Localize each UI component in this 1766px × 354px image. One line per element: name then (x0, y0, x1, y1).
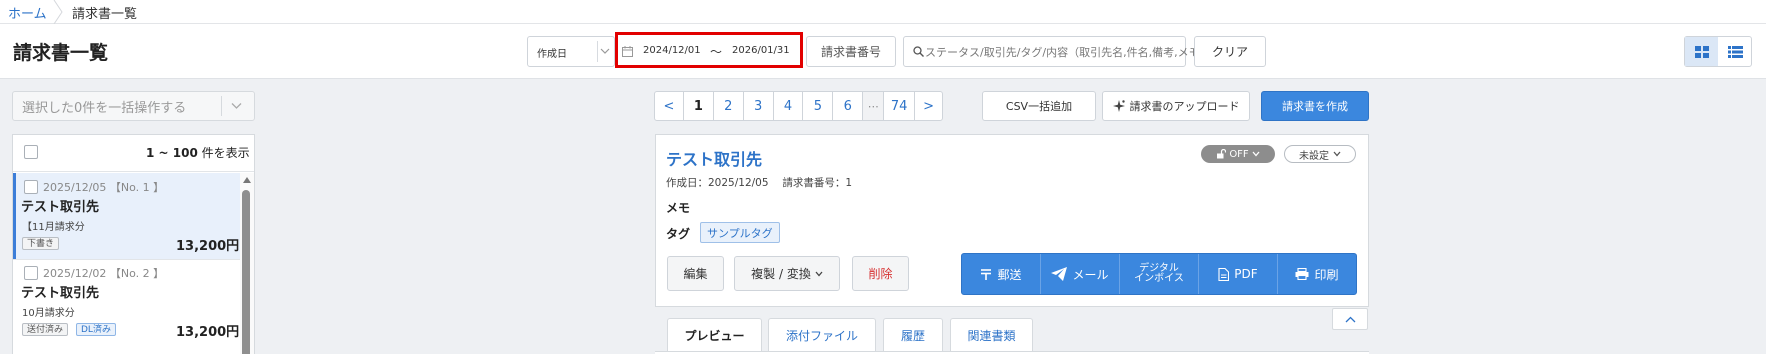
pagination: < 1 2 3 4 5 6 ⋯ 74 > (654, 91, 943, 121)
chevron-down-icon (1252, 151, 1260, 157)
list-item-amount: 13,200円 (176, 239, 240, 254)
search-placeholder: ステータス/取引先/タグ/内容（取引先名,件名,備考,メモ） (925, 46, 1211, 59)
pdf-label: PDF (1234, 267, 1258, 281)
list-item-subject: 10月請求分 (22, 308, 75, 319)
list-item-checkbox[interactable] (24, 266, 38, 280)
memo-label: メモ (666, 201, 691, 215)
list-item-client: テスト取引先 (21, 200, 100, 215)
tab-attachments[interactable]: 添付ファイル (768, 318, 876, 352)
scrollbar-thumb[interactable] (242, 190, 250, 354)
postal-mail-button[interactable]: 郵送 (962, 254, 1041, 294)
invoice-number-button[interactable]: 請求書番号 (806, 36, 896, 67)
breadcrumb (0, 0, 1766, 24)
csv-import-button[interactable]: CSV一括追加 (982, 91, 1096, 121)
breadcrumb-current: 請求書一覧 (72, 7, 138, 22)
chevron-down-icon (600, 48, 610, 54)
page-button[interactable]: 4 (774, 92, 804, 120)
postal-mail-label: 郵送 (997, 267, 1022, 282)
page-title: 請求書一覧 (13, 42, 109, 64)
delete-button[interactable]: 削除 (852, 256, 909, 291)
upload-invoice-button[interactable]: 請求書のアップロード (1102, 91, 1250, 121)
display-range-count: 1 ~ 100 (146, 146, 198, 160)
date-type-divider (597, 41, 598, 62)
invoice-meta: 作成日：2025/12/05 請求書番号：1 (666, 177, 853, 189)
page-button[interactable]: 2 (714, 92, 744, 120)
clear-button[interactable]: クリア (1194, 36, 1266, 67)
page-ellipsis: ⋯ (863, 92, 885, 120)
list-item-checkbox[interactable] (24, 180, 38, 194)
chevron-down-icon (815, 271, 823, 276)
breadcrumb-separator-icon (53, 0, 63, 24)
page-prev-button[interactable]: < (655, 92, 684, 120)
digital-invoice-button[interactable]: デジタル インボイス (1120, 254, 1199, 294)
bulk-action-placeholder: 選択した0件を一括操作する (22, 101, 187, 116)
display-range-suffix: 件を表示 (197, 146, 250, 160)
print-label: 印刷 (1314, 267, 1339, 282)
status-select[interactable]: 未設定 (1284, 145, 1356, 163)
lock-toggle[interactable]: OFF (1201, 145, 1275, 163)
tab-related[interactable]: 関連書類 (950, 318, 1033, 352)
digital-invoice-label-2: インボイス (1134, 273, 1184, 284)
list-item-amount: 13,200円 (176, 325, 240, 340)
lock-toggle-label: OFF (1229, 148, 1249, 160)
list-item-meta: 2025/12/05 【No. 1 】 (43, 181, 165, 194)
select-all-checkbox[interactable] (24, 145, 38, 159)
paper-plane-icon (1051, 267, 1068, 281)
bulk-action-divider (221, 96, 222, 116)
chevron-down-icon (1333, 151, 1341, 157)
search-icon (913, 46, 924, 57)
date-range-highlight (615, 32, 803, 68)
client-name-link[interactable]: テスト取引先 (666, 146, 762, 170)
page-button[interactable]: 5 (803, 92, 834, 120)
edit-button[interactable]: 編集 (667, 256, 724, 291)
printer-icon (1295, 268, 1309, 280)
postal-mark-icon (981, 269, 992, 280)
list-item-subject: 【11月請求分 (22, 222, 85, 233)
status-badge: 下書き (22, 237, 60, 250)
create-invoice-button[interactable]: 請求書を作成 (1261, 91, 1369, 121)
page-next-button[interactable]: > (915, 92, 942, 120)
page-button[interactable]: 1 (684, 92, 714, 120)
chevron-up-icon (1345, 316, 1355, 322)
scroll-up-icon[interactable] (242, 176, 252, 184)
tab-preview[interactable]: プレビュー (667, 318, 762, 352)
page-button-last[interactable]: 74 (884, 92, 916, 120)
tab-history[interactable]: 履歴 (883, 318, 943, 352)
document-icon (1218, 267, 1230, 281)
print-button[interactable]: 印刷 (1278, 254, 1356, 294)
email-label: メール (1072, 267, 1109, 282)
status-select-label: 未設定 (1299, 150, 1329, 162)
status-badge: DL済み (76, 323, 116, 336)
grid-icon (1694, 45, 1709, 58)
grid-view-button[interactable] (1685, 37, 1718, 66)
list-view-button[interactable] (1719, 37, 1751, 66)
page-button[interactable]: 3 (744, 92, 774, 120)
status-badge: 送付済み (22, 323, 69, 336)
list-item-client: テスト取引先 (21, 286, 100, 301)
display-range: 1 ~ 100 件を表示 (146, 144, 250, 161)
unlock-icon (1217, 149, 1227, 159)
chevron-down-icon (231, 103, 242, 109)
date-type-value: 作成日 (537, 49, 567, 60)
list-item-meta: 2025/12/02 【No. 2 】 (43, 267, 165, 280)
upload-invoice-label: 請求書のアップロード (1129, 100, 1240, 113)
sample-tag[interactable]: サンプルタグ (700, 222, 780, 243)
duplicate-convert-button[interactable]: 複製 / 変換 (734, 256, 840, 291)
email-button[interactable]: メール (1041, 254, 1120, 294)
pdf-button[interactable]: PDF (1199, 254, 1278, 294)
list-icon (1727, 45, 1743, 58)
breadcrumb-home-link[interactable]: ホーム (8, 3, 47, 22)
send-actions-bar: 郵送 メール デジタル インボイス PDF 印刷 (961, 253, 1357, 295)
sparkle-icon (1112, 100, 1125, 112)
page-button[interactable]: 6 (833, 92, 864, 120)
collapse-button[interactable] (1332, 308, 1368, 330)
duplicate-convert-label: 複製 / 変換 (751, 267, 811, 281)
tag-label: タグ (666, 227, 691, 241)
